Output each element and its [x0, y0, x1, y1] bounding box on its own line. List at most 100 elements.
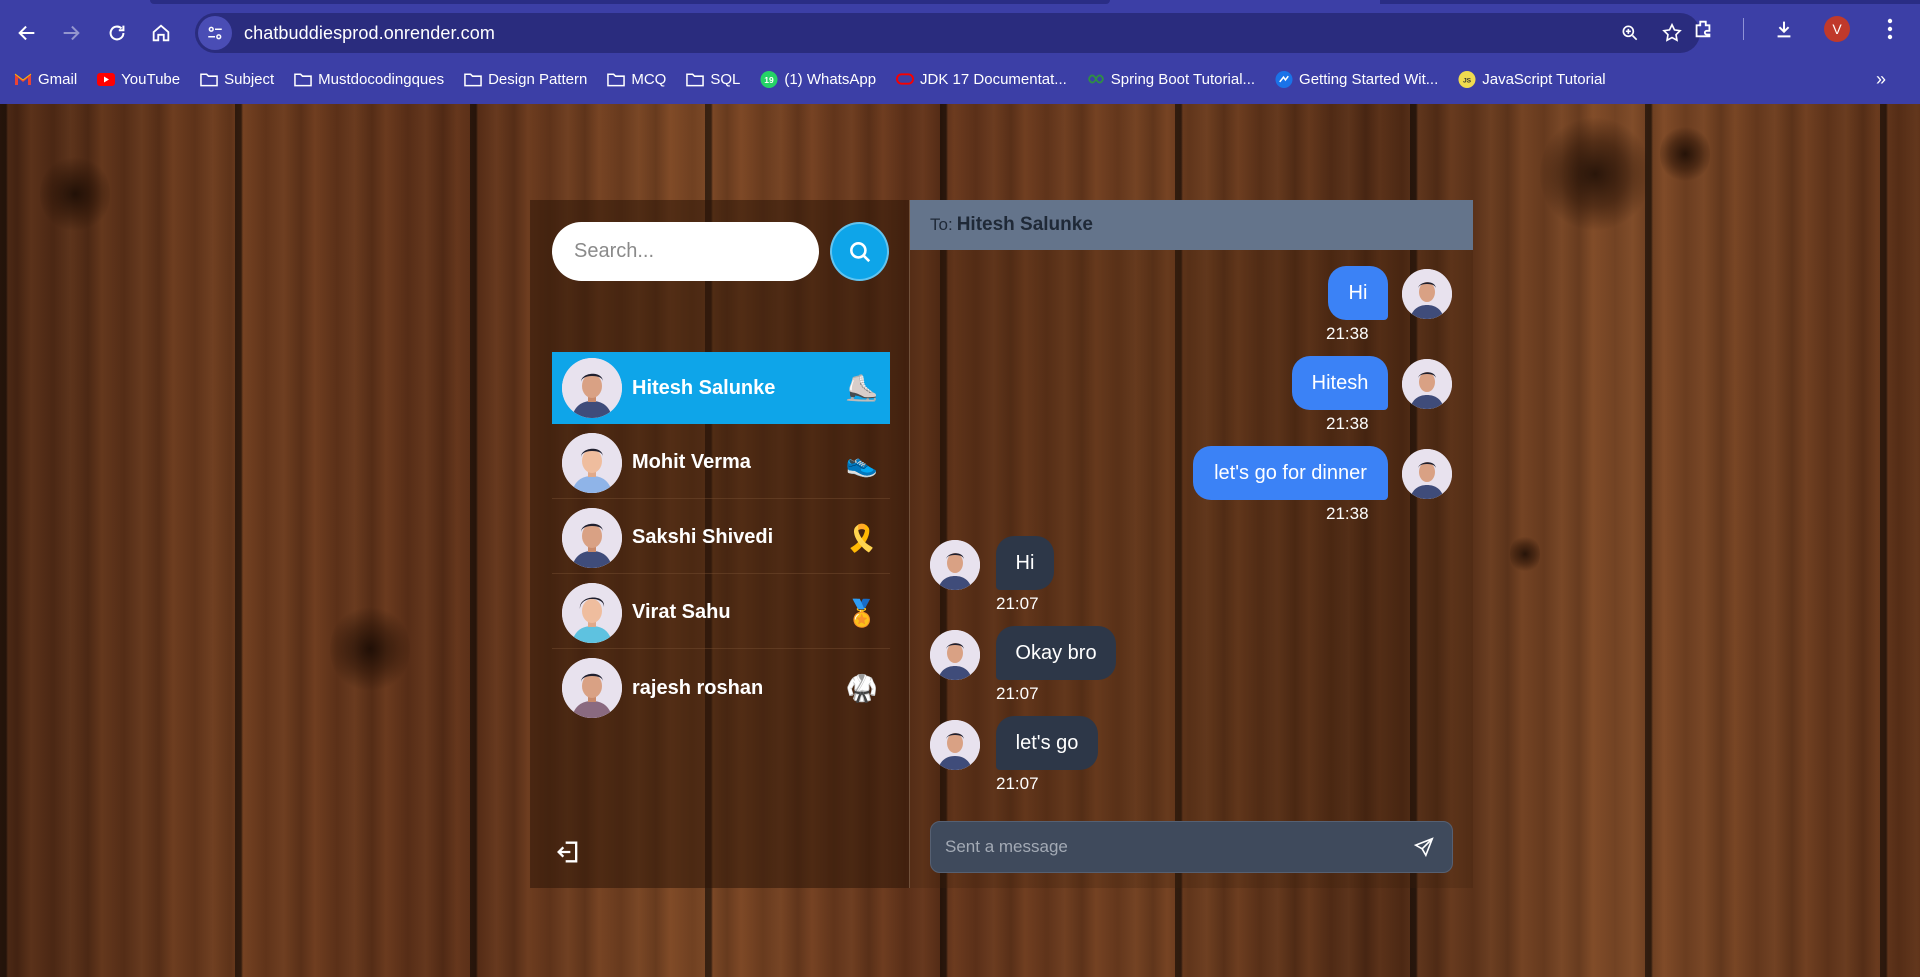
gmail-icon	[14, 70, 32, 88]
bookmark-design-pattern[interactable]: Design Pattern	[464, 70, 587, 88]
site-info-icon[interactable]	[198, 16, 232, 50]
address-bar[interactable]: chatbuddiesprod.onrender.com	[195, 13, 1700, 53]
wood-knot	[1510, 534, 1540, 574]
message-time: 21:38	[1326, 414, 1369, 433]
tab-strip-right	[1380, 0, 1920, 4]
menu-kebab-icon[interactable]	[1876, 15, 1904, 43]
folder-icon	[200, 70, 218, 88]
avatar	[562, 658, 622, 718]
message-composer	[930, 821, 1453, 873]
contact-sakshi-shivedi[interactable]: Sakshi Shivedi 🎗️	[552, 502, 890, 574]
sneaker-icon: 👟	[845, 448, 878, 478]
url-text[interactable]: chatbuddiesprod.onrender.com	[244, 23, 495, 44]
contact-rajesh-roshan[interactable]: rajesh roshan 🥋	[552, 652, 890, 724]
recipient-name: Hitesh Salunke	[956, 214, 1093, 235]
avatar	[930, 720, 980, 770]
ribbon-icon: 🎗️	[845, 523, 878, 553]
bookmark-whatsapp[interactable]: 19 (1) WhatsApp	[760, 70, 876, 88]
bookmark-star-icon[interactable]	[1660, 21, 1684, 45]
reload-icon[interactable]	[102, 18, 132, 48]
bookmark-jdk17[interactable]: JDK 17 Documentat...	[896, 70, 1067, 88]
bookmark-getting-started[interactable]: Getting Started Wit...	[1275, 70, 1438, 88]
message-time: 21:07	[996, 774, 1039, 793]
tab-strip	[150, 0, 1110, 4]
bookmark-mustdocodingques[interactable]: Mustdocodingques	[294, 70, 444, 88]
contact-name: Mohit Verma	[632, 451, 751, 473]
svg-text:19: 19	[765, 74, 775, 84]
message-bubble-incoming: Hi	[996, 536, 1054, 590]
search-button[interactable]	[830, 222, 889, 281]
wood-knot	[330, 604, 410, 694]
sidebar: Hitesh Salunke ⛸️ Mohit Verma 👟 Sakshi S…	[530, 200, 910, 888]
martial-arts-uniform-icon: 🥋	[845, 673, 878, 703]
whatsapp-icon: 19	[760, 70, 778, 88]
ice-skate-icon: ⛸️	[845, 373, 878, 403]
home-icon[interactable]	[146, 18, 176, 48]
message-bubble-outgoing: let's go for dinner	[1193, 446, 1388, 500]
message-bubble-incoming: Okay bro	[996, 626, 1116, 680]
search-bar	[552, 222, 889, 281]
forward-icon[interactable]	[56, 18, 86, 48]
bookmarks-bar: Gmail YouTube Subject Mustdocodingques D…	[0, 64, 1920, 94]
send-icon	[1413, 837, 1434, 858]
avatar	[930, 540, 980, 590]
bookmark-gmail[interactable]: Gmail	[14, 70, 77, 88]
search-icon	[849, 241, 870, 262]
oracle-icon	[896, 70, 915, 88]
back-icon[interactable]	[12, 18, 42, 48]
message-time: 21:07	[996, 684, 1039, 703]
avatar	[562, 358, 622, 418]
spring-icon	[1087, 70, 1105, 88]
contact-mohit-verma[interactable]: Mohit Verma 👟	[552, 427, 890, 499]
bookmarks-overflow-icon[interactable]: »	[1876, 69, 1886, 90]
wood-knot	[1540, 114, 1650, 234]
wood-knot	[40, 154, 110, 234]
bookmark-javascript-tutorial[interactable]: JS JavaScript Tutorial	[1458, 70, 1606, 88]
contact-name: Virat Sahu	[632, 601, 731, 623]
contact-name: Sakshi Shivedi	[632, 526, 774, 548]
chat-app: Hitesh Salunke ⛸️ Mohit Verma 👟 Sakshi S…	[530, 200, 1473, 888]
contact-virat-sahu[interactable]: Virat Sahu 🏅	[552, 577, 890, 649]
avatar	[930, 630, 980, 680]
avatar	[1402, 359, 1452, 409]
message-bubble-outgoing: Hitesh	[1292, 356, 1388, 410]
avatar	[1402, 269, 1452, 319]
chat-panel: To: Hitesh Salunke Hi 21:38 Hitesh 21:38…	[910, 200, 1473, 888]
avatar	[1402, 449, 1452, 499]
swagger-icon	[1275, 70, 1293, 88]
to-label: To:	[930, 215, 953, 234]
toolbar-divider	[1743, 18, 1744, 40]
chat-header: To: Hitesh Salunke	[910, 200, 1473, 250]
message-time: 21:38	[1326, 324, 1369, 343]
avatar	[562, 432, 622, 493]
bookmark-subject[interactable]: Subject	[200, 70, 274, 88]
avatar	[562, 507, 622, 568]
message-input[interactable]	[931, 823, 1402, 871]
contact-list: Hitesh Salunke ⛸️ Mohit Verma 👟 Sakshi S…	[552, 352, 890, 727]
bookmark-youtube[interactable]: YouTube	[97, 70, 180, 88]
search-input[interactable]	[552, 222, 819, 281]
message-bubble-outgoing: Hi	[1328, 266, 1388, 320]
contact-name: rajesh roshan	[632, 676, 764, 699]
folder-icon	[686, 70, 705, 88]
download-icon[interactable]	[1770, 15, 1798, 43]
logout-icon[interactable]	[554, 838, 582, 866]
send-button[interactable]	[1402, 825, 1446, 869]
folder-icon	[294, 70, 312, 88]
folder-icon	[607, 70, 626, 88]
profile-avatar[interactable]: V	[1824, 16, 1850, 42]
contact-hitesh-salunke[interactable]: Hitesh Salunke ⛸️	[552, 352, 890, 424]
bookmark-mcq[interactable]: MCQ	[607, 70, 666, 88]
wood-knot	[1660, 124, 1710, 184]
bookmark-sql[interactable]: SQL	[686, 70, 740, 88]
contact-name: Hitesh Salunke	[632, 376, 776, 399]
svg-text:JS: JS	[1463, 77, 1472, 84]
zoom-icon[interactable]	[1618, 21, 1642, 45]
message-time: 21:07	[996, 594, 1039, 613]
avatar	[562, 582, 622, 643]
extensions-icon[interactable]	[1689, 15, 1717, 43]
browser-toolbar: chatbuddiesprod.onrender.com V Gmail You…	[0, 0, 1920, 104]
bookmark-spring-boot[interactable]: Spring Boot Tutorial...	[1087, 70, 1255, 88]
message-bubble-incoming: let's go	[996, 716, 1098, 770]
youtube-icon	[97, 70, 116, 88]
